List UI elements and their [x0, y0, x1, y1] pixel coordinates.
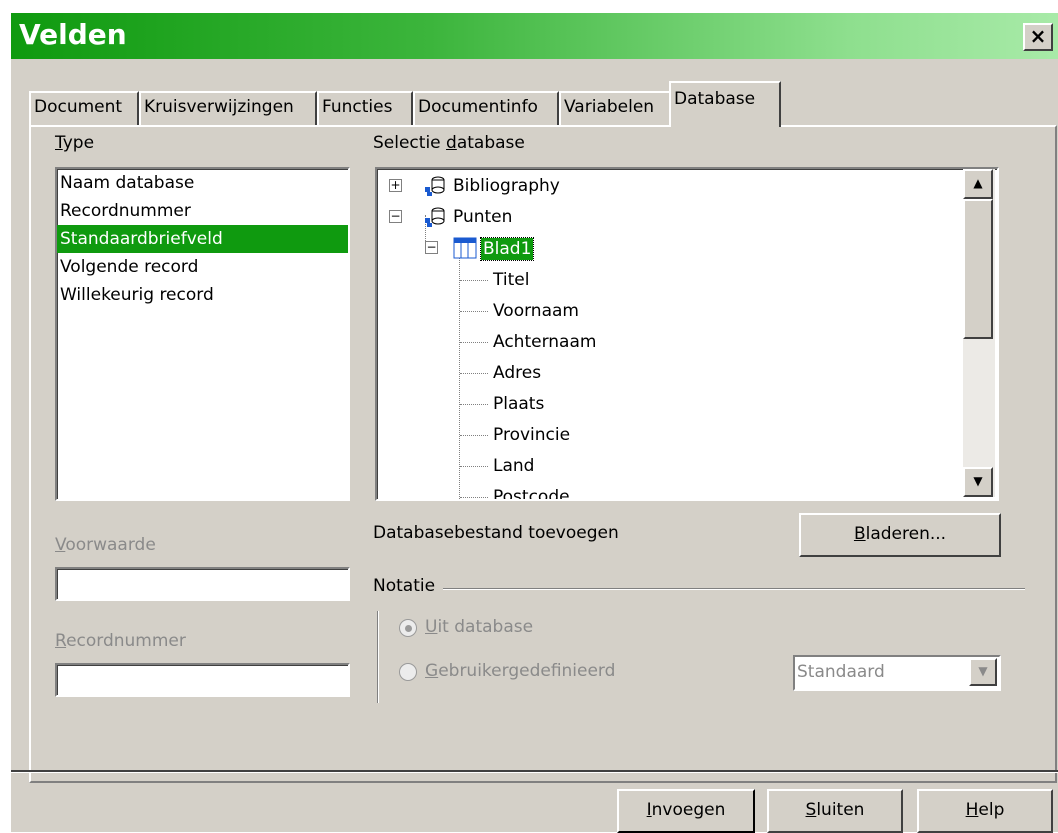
tree-field-land[interactable]: Land: [493, 451, 534, 481]
database-tree[interactable]: + Bibliography − Punten − Blad1 Titel Vo…: [375, 167, 999, 501]
tab-variables[interactable]: Variabelen: [559, 91, 671, 125]
radio-user-defined[interactable]: [399, 663, 417, 681]
tab-document-info[interactable]: Documentinfo: [413, 91, 559, 125]
tab-functions[interactable]: Functies: [317, 91, 413, 125]
tree-scrollbar[interactable]: ▲ ▼: [963, 169, 995, 497]
format-dropdown-value: Standaard: [797, 662, 885, 682]
fields-dialog: Velden × Document Kruisverwijzingen Func…: [10, 12, 1058, 833]
notation-indent-line: [377, 611, 379, 703]
tab-database[interactable]: Database: [669, 81, 781, 127]
type-item-any-record[interactable]: Willekeurig record: [57, 281, 348, 309]
tree-label-punten: Punten: [453, 207, 513, 227]
tree-field-titel[interactable]: Titel: [493, 265, 529, 295]
tree-field-adres[interactable]: Adres: [493, 358, 541, 388]
browse-button[interactable]: Bladeren...: [799, 513, 1001, 557]
tree-field-voornaam[interactable]: Voornaam: [493, 296, 579, 326]
collapse-icon[interactable]: −: [389, 210, 402, 223]
radio-from-database[interactable]: [399, 619, 417, 637]
table-icon: [453, 237, 477, 259]
tree-field-postcode[interactable]: Postcode: [493, 482, 570, 499]
type-item-database-name[interactable]: Naam database: [57, 169, 348, 197]
scroll-thumb[interactable]: [963, 199, 993, 339]
type-item-mail-merge-field[interactable]: Standaardbriefveld: [57, 225, 348, 253]
dropdown-arrow-icon[interactable]: ▼: [969, 658, 997, 686]
scroll-down-icon[interactable]: ▼: [963, 467, 993, 497]
tree-field-achternaam[interactable]: Achternaam: [493, 327, 596, 357]
button-bar-separator: [11, 770, 1058, 773]
close-button[interactable]: Sluiten: [767, 789, 903, 833]
add-database-file-label: Databasebestand toevoegen: [373, 523, 619, 543]
notation-divider: [373, 588, 1025, 590]
insert-button[interactable]: Invoegen: [617, 789, 755, 833]
tree-field-plaats[interactable]: Plaats: [493, 389, 544, 419]
tab-document[interactable]: Document: [29, 91, 139, 125]
tab-cross-references[interactable]: Kruisverwijzingen: [139, 91, 317, 125]
type-item-record-number[interactable]: Recordnummer: [57, 197, 348, 225]
type-label: Type: [55, 133, 95, 153]
database-icon: [425, 176, 445, 196]
notation-label: Notatie: [373, 576, 444, 596]
scroll-up-icon[interactable]: ▲: [963, 169, 993, 199]
radio-from-database-label: Uit database: [425, 617, 534, 637]
format-dropdown[interactable]: Standaard ▼: [793, 655, 1001, 691]
expand-icon[interactable]: +: [389, 179, 402, 192]
database-selection-label: Selectie database: [373, 133, 525, 153]
tree-label-bibliography: Bibliography: [453, 176, 560, 196]
tree-label-blad1: Blad1: [479, 237, 535, 261]
title-bar[interactable]: Velden ×: [11, 13, 1058, 59]
record-number-label: Recordnummer: [55, 631, 186, 651]
tree-field-provincie[interactable]: Provincie: [493, 420, 570, 450]
condition-input[interactable]: [55, 567, 350, 601]
collapse-icon[interactable]: −: [425, 241, 438, 254]
record-number-input[interactable]: [55, 663, 350, 697]
condition-label: Voorwaarde: [55, 535, 156, 555]
close-icon[interactable]: ×: [1023, 23, 1053, 51]
radio-user-defined-label: Gebruikergedefinieerd: [425, 661, 616, 681]
help-button[interactable]: Help: [917, 789, 1053, 833]
type-item-next-record[interactable]: Volgende record: [57, 253, 348, 281]
type-list[interactable]: Naam database Recordnummer Standaardbrie…: [55, 167, 350, 501]
dialog-title: Velden: [19, 18, 127, 51]
database-icon: [425, 207, 445, 227]
